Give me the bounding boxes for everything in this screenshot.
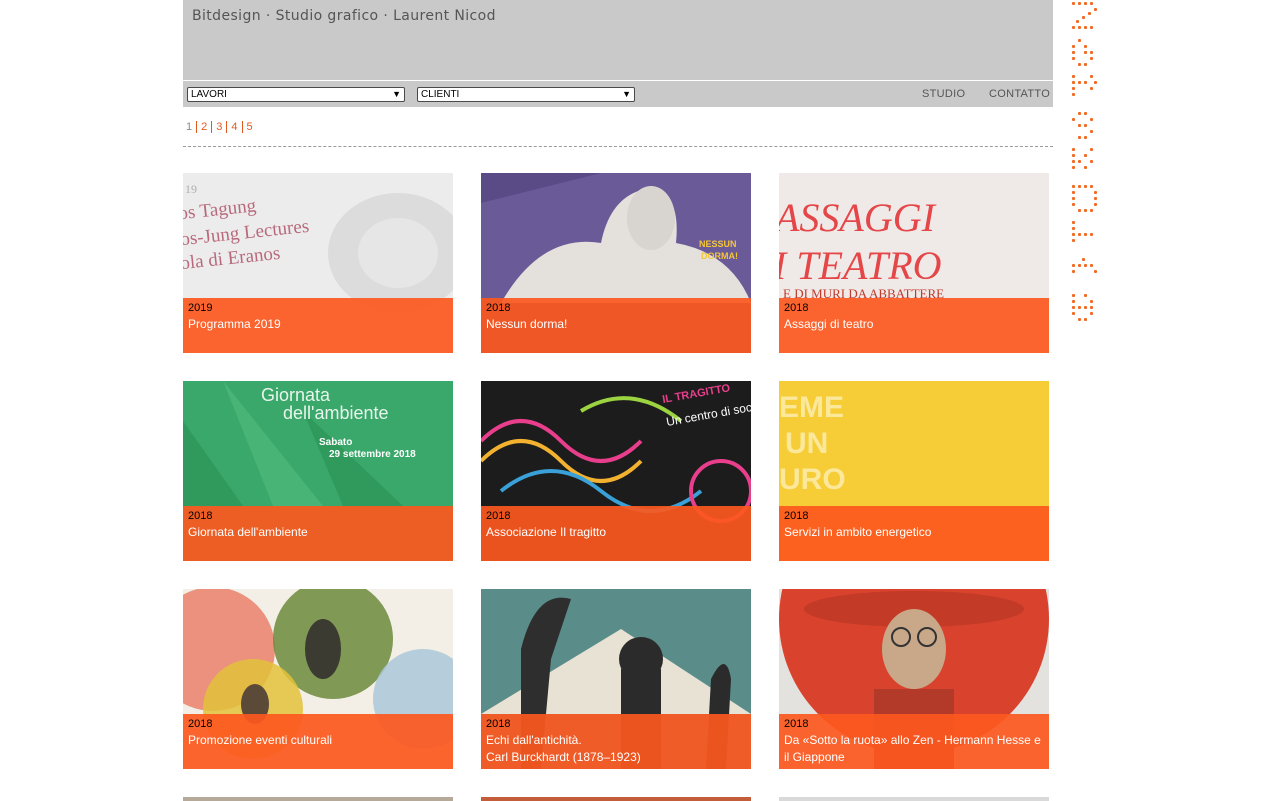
- bitdesign-logo[interactable]: [1072, 2, 1100, 331]
- svg-text:Sabato: Sabato: [319, 437, 352, 448]
- project-caption: 2018 Servizi in ambito energetico: [779, 506, 1049, 561]
- svg-text:19: 19: [185, 182, 197, 196]
- project-card[interactable]: IL TRAGITTO Un centro di soc 2018 Associ…: [481, 381, 751, 561]
- logo-glyph: [1072, 38, 1098, 66]
- project-year: 2018: [784, 510, 809, 522]
- project-caption: 2018 Echi dall'antichità. Carl Burckhard…: [481, 714, 751, 769]
- page-link-2[interactable]: 2: [196, 121, 211, 133]
- page-link-4[interactable]: 4: [226, 121, 241, 133]
- project-title: Servizi in ambito energetico: [784, 525, 932, 539]
- project-title: Associazione Il tragitto: [486, 525, 607, 539]
- page-container: Bitdesign · Studio grafico · Laurent Nic…: [183, 0, 1053, 801]
- site-title[interactable]: Bitdesign · Studio grafico · Laurent Nic…: [192, 8, 496, 24]
- nav-link-contatto[interactable]: CONTATTO: [989, 88, 1050, 100]
- project-year: 2018: [784, 302, 809, 314]
- project-caption: 2018 Promozione eventi culturali: [183, 714, 453, 769]
- project-year: 2018: [784, 718, 809, 730]
- project-card[interactable]: 2018 Promozione eventi culturali: [183, 589, 453, 769]
- project-caption: 2018 Da «Sotto la ruota» allo Zen - Herm…: [779, 714, 1049, 769]
- chevron-down-icon: ▼: [392, 89, 401, 99]
- lavori-select[interactable]: LAVORI ▼: [187, 87, 405, 102]
- project-title: Echi dall'antichità.: [486, 733, 582, 747]
- pagination: 12345: [186, 121, 257, 133]
- project-caption: 2019 Programma 2019: [183, 298, 453, 353]
- logo-glyph: [1072, 294, 1098, 321]
- logo-glyph: [1072, 221, 1098, 247]
- project-year: 2018: [188, 510, 213, 522]
- svg-text:dell'ambiente: dell'ambiente: [283, 403, 389, 423]
- site-header: Bitdesign · Studio grafico · Laurent Nic…: [183, 0, 1053, 81]
- svg-text:URO: URO: [779, 463, 846, 496]
- project-title: Assaggi di teatro: [784, 317, 874, 331]
- svg-text:Giornata: Giornata: [261, 385, 331, 405]
- nav-link-studio[interactable]: STUDIO: [922, 88, 965, 100]
- clienti-select-value: CLIENTI: [421, 89, 460, 100]
- project-card[interactable]: 2018 Echi dall'antichità. Carl Burckhard…: [481, 589, 751, 769]
- svg-text:UN: UN: [785, 427, 828, 460]
- logo-glyph: [1072, 75, 1098, 101]
- page-link-5[interactable]: 5: [241, 121, 257, 133]
- project-card-partial[interactable]: [481, 797, 751, 801]
- project-card[interactable]: Giornata dell'ambiente Sabato 29 settemb…: [183, 381, 453, 561]
- project-title: Nessun dorma!: [486, 317, 568, 331]
- project-card[interactable]: EME UN URO 2018 Servizi in ambito energe…: [779, 381, 1049, 561]
- project-caption: 2018 Nessun dorma!: [481, 298, 751, 353]
- project-title: Giornata dell'ambiente: [188, 525, 308, 539]
- nav-bar: LAVORI ▼ CLIENTI ▼ STUDIO CONTATTO: [183, 81, 1053, 107]
- project-title-line-2: Carl Burckhardt (1878–1923): [486, 750, 641, 764]
- project-title: Da «Sotto la ruota» allo Zen - Hermann H…: [784, 733, 1041, 747]
- project-year: 2018: [486, 510, 511, 522]
- svg-text:I TEATRO: I TEATRO: [779, 243, 942, 288]
- project-card[interactable]: NESSUN DORMA! 2018 Nessun dorma!: [481, 173, 751, 353]
- lavori-select-value: LAVORI: [191, 89, 227, 100]
- project-title: Programma 2019: [188, 317, 281, 331]
- logo-glyph: [1072, 184, 1098, 212]
- page-link-1: 1: [186, 121, 193, 133]
- svg-text:ASSAGGI: ASSAGGI: [779, 195, 937, 240]
- project-year: 2018: [486, 302, 511, 314]
- svg-text:EME: EME: [779, 391, 844, 424]
- project-title: Promozione eventi culturali: [188, 733, 333, 747]
- svg-text:DORMA!: DORMA!: [701, 251, 738, 261]
- project-card[interactable]: 19 os Tagung os-Jung Lectures ola di Era…: [183, 173, 453, 353]
- project-card[interactable]: 2018 Da «Sotto la ruota» allo Zen - Herm…: [779, 589, 1049, 769]
- logo-glyph: [1072, 2, 1098, 29]
- dashed-divider: [183, 146, 1053, 147]
- project-card-partial[interactable]: [779, 797, 1049, 801]
- logo-glyph: [1072, 257, 1098, 284]
- page-link-3[interactable]: 3: [211, 121, 226, 133]
- clienti-select[interactable]: CLIENTI ▼: [417, 87, 635, 102]
- project-caption: 2018 Associazione Il tragitto: [481, 506, 751, 561]
- chevron-down-icon: ▼: [622, 89, 631, 99]
- project-card-partial[interactable]: [183, 797, 453, 801]
- logo-glyph: [1072, 148, 1098, 174]
- logo-glyph: [1072, 111, 1098, 139]
- project-card[interactable]: ASSAGGI I TEATRO E DI MURI DA ABBATTERE …: [779, 173, 1049, 353]
- project-caption: 2018 Assaggi di teatro: [779, 298, 1049, 353]
- project-year: 2018: [188, 718, 213, 730]
- svg-text:29 settembre 2018: 29 settembre 2018: [329, 449, 416, 460]
- project-caption: 2018 Giornata dell'ambiente: [183, 506, 453, 561]
- project-title-line-2: il Giappone: [784, 750, 845, 764]
- project-year: 2018: [486, 718, 511, 730]
- svg-text:NESSUN: NESSUN: [699, 239, 737, 249]
- project-year: 2019: [188, 302, 213, 314]
